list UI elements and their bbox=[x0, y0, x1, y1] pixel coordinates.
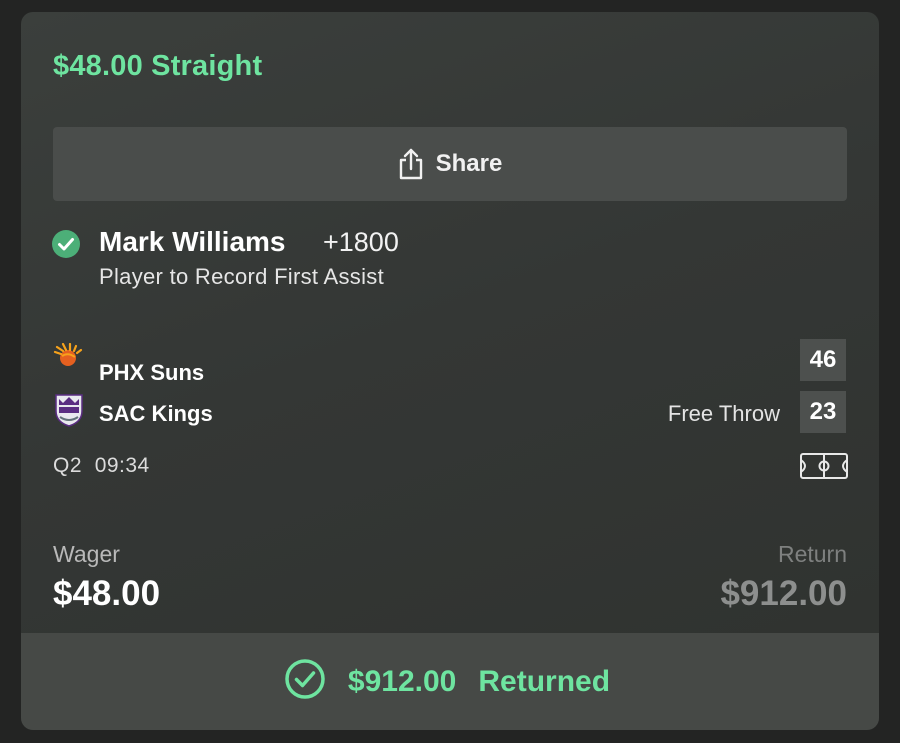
share-button[interactable]: Share bbox=[53, 127, 847, 201]
return-label: Return bbox=[777, 541, 847, 567]
team-name: PHX Suns bbox=[99, 360, 205, 385]
player-name: Mark Williams bbox=[99, 226, 286, 257]
check-circle-outline-icon bbox=[284, 658, 326, 705]
court-icon[interactable] bbox=[800, 453, 848, 484]
team-score: 46 bbox=[800, 339, 846, 381]
share-label: Share bbox=[435, 150, 503, 177]
bet-card: $48.00 Straight Share Mark Williams +180… bbox=[21, 12, 879, 730]
market-name: Player to Record First Assist bbox=[99, 264, 384, 289]
kings-logo-icon bbox=[53, 393, 85, 432]
game-time: 09:34 bbox=[94, 454, 150, 477]
selection-odds: +1800 bbox=[323, 227, 399, 257]
share-icon bbox=[398, 148, 424, 180]
returned-amount: $912.00 bbox=[347, 664, 457, 698]
bet-title: $48.00 Straight bbox=[53, 50, 263, 82]
suns-logo-icon bbox=[53, 342, 85, 376]
return-amount: $912.00 bbox=[720, 574, 847, 613]
returned-status: Returned bbox=[478, 664, 611, 698]
game-clock: Q2 09:34 bbox=[53, 454, 150, 478]
game-period: Q2 bbox=[53, 454, 83, 477]
team-name: SAC Kings bbox=[99, 401, 213, 426]
result-banner: $912.00 Returned bbox=[21, 633, 879, 730]
wager-label: Wager bbox=[53, 541, 120, 567]
game-event-status: Free Throw bbox=[667, 401, 780, 426]
check-circle-icon bbox=[52, 230, 80, 263]
team-score: 23 bbox=[800, 391, 846, 433]
wager-amount: $48.00 bbox=[53, 574, 161, 613]
